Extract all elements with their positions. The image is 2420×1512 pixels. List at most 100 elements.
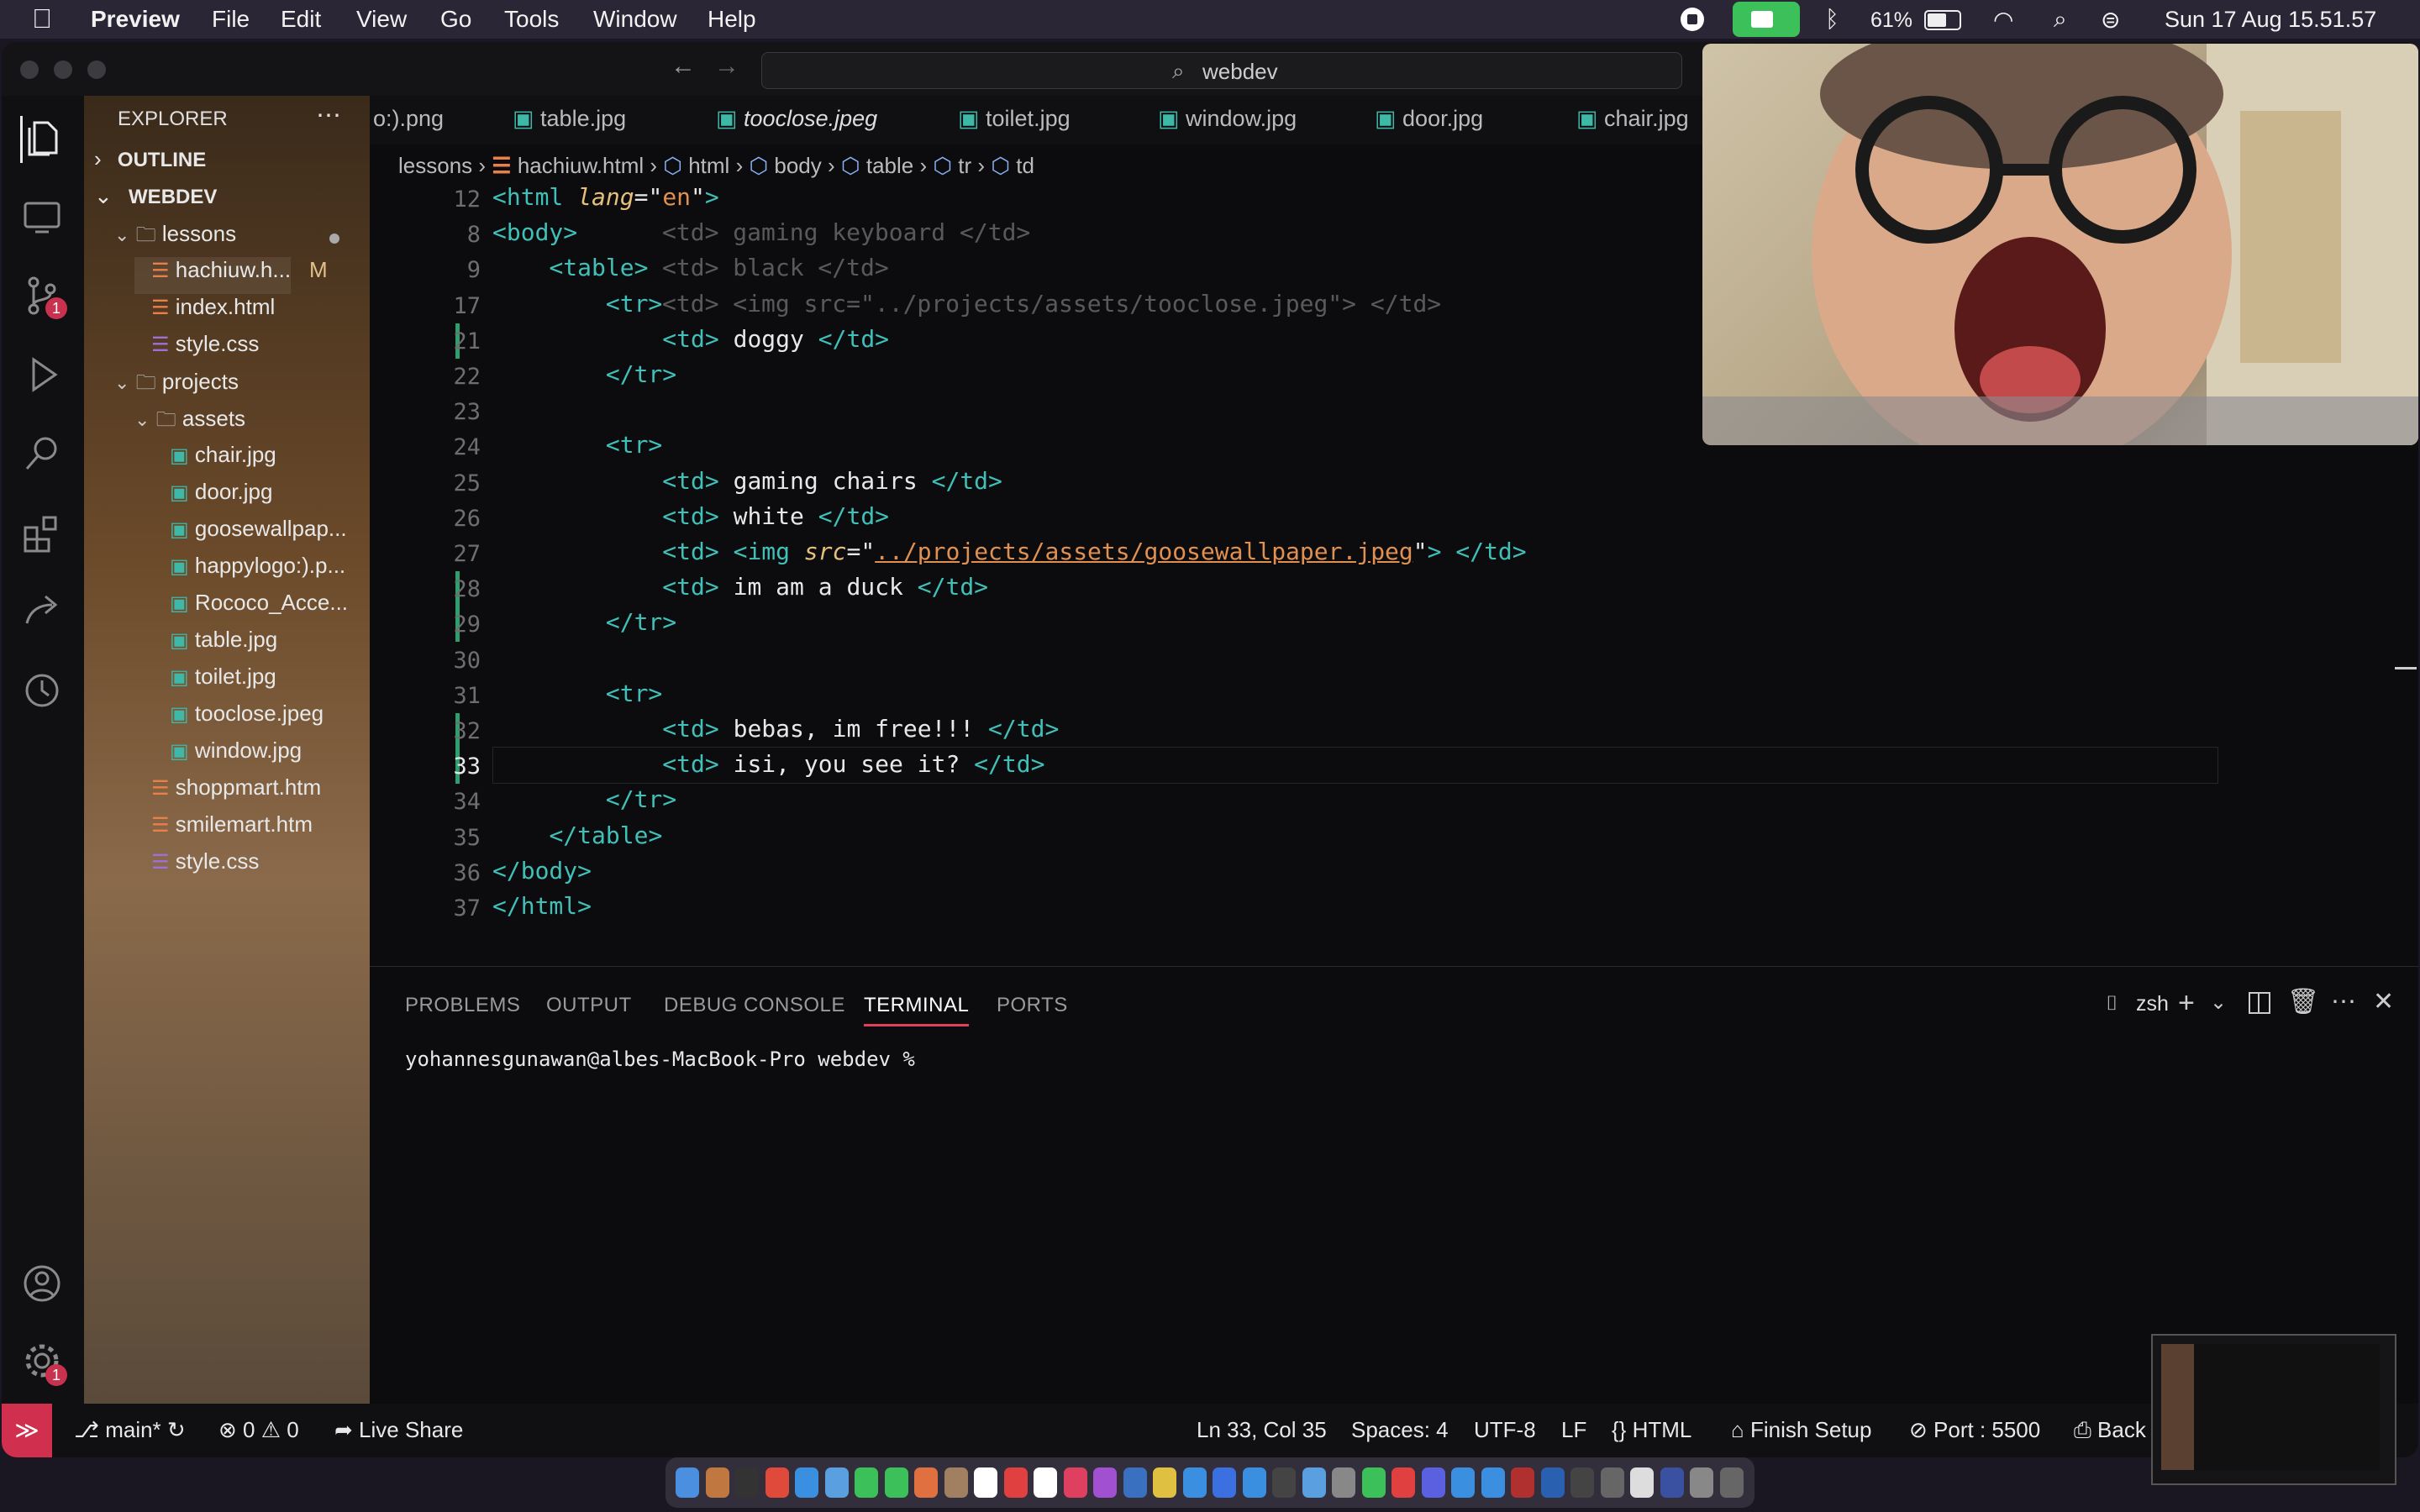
dock-app-icon[interactable] — [944, 1467, 968, 1498]
sticky-scroll-line[interactable]: <table> — [492, 254, 648, 281]
dock-app-icon[interactable] — [855, 1467, 878, 1498]
camera-active-icon[interactable] — [1733, 2, 1800, 37]
line-ending[interactable]: LF — [1561, 1417, 1586, 1443]
code-line[interactable]: <td> white </td> — [492, 502, 889, 530]
folder-assets[interactable]: ⌄ 🗀 assets — [134, 405, 245, 442]
dock-app-icon[interactable] — [1451, 1467, 1475, 1498]
menu-datetime[interactable]: Sun 17 Aug 15.51.57 — [2165, 7, 2376, 33]
more-actions-icon[interactable]: ⋯ — [2331, 987, 2356, 1016]
code-line[interactable]: </html> — [492, 892, 592, 920]
dock-app-icon[interactable] — [1182, 1467, 1207, 1498]
bluetooth-icon[interactable]: ᛒ — [1825, 6, 1839, 33]
dock-app-icon[interactable] — [1003, 1467, 1028, 1498]
menu-app-name[interactable]: Preview — [91, 6, 180, 33]
code-line[interactable]: <td> <img src="../projects/assets/goosew… — [492, 538, 1526, 565]
file-item[interactable]: ▣ tooclose.jpeg — [153, 701, 324, 738]
breadcrumb-item[interactable]: td — [1016, 153, 1034, 178]
dock-app-icon[interactable] — [914, 1467, 938, 1498]
file-item[interactable]: ☰ style.css — [134, 331, 259, 368]
dock-app-icon[interactable] — [1361, 1467, 1386, 1498]
dock-app-icon[interactable] — [1481, 1467, 1505, 1498]
code-line[interactable]: <tr> — [492, 431, 662, 459]
breadcrumb-item[interactable]: hachiuw.html — [518, 153, 644, 178]
breadcrumb-item[interactable]: body — [774, 153, 821, 178]
tab-ports[interactable]: PORTS — [997, 994, 1068, 1017]
manage-gear-icon[interactable]: 1 — [20, 1339, 67, 1386]
search-view-icon[interactable] — [20, 432, 67, 479]
dock-app-icon[interactable] — [1540, 1467, 1565, 1498]
file-item[interactable]: ☰ hachiuw.h... M — [134, 257, 328, 294]
sticky-scroll-line[interactable]: <tr> — [492, 290, 662, 318]
dock-app-icon[interactable] — [884, 1467, 908, 1498]
dock-app-icon[interactable] — [676, 1467, 699, 1498]
dock-app-icon[interactable] — [1690, 1467, 1713, 1498]
dock-app-icon[interactable] — [1063, 1467, 1087, 1498]
file-item[interactable]: ▣ window.jpg — [153, 738, 302, 774]
tab-output[interactable]: OUTPUT — [546, 994, 632, 1017]
explorer-more-actions-icon[interactable]: ⋯ — [316, 101, 341, 130]
code-line[interactable]: </body> — [492, 857, 592, 885]
extensions-icon[interactable] — [20, 511, 67, 558]
command-center-search[interactable]: ⌕ webdev — [761, 52, 1682, 89]
code-line[interactable]: <td> gaming chairs </td> — [492, 467, 1002, 495]
code-line[interactable]: </tr> — [492, 608, 676, 636]
battery-icon[interactable] — [1924, 10, 1961, 30]
dock-app-icon[interactable] — [1123, 1467, 1147, 1498]
code-line[interactable]: <td> bebas, im free!!! </td> — [492, 715, 1059, 743]
dock-app-icon[interactable] — [1034, 1467, 1057, 1498]
folder-lessons[interactable]: ⌄ 🗀 lessons — [114, 220, 236, 257]
back-arrow-icon[interactable]: ← — [671, 52, 696, 81]
forward-arrow-icon[interactable]: → — [714, 52, 739, 81]
zoom-window-button[interactable] — [87, 60, 106, 79]
trash-icon[interactable]: 🗑 — [2287, 987, 2319, 1016]
dock-app-icon[interactable] — [735, 1467, 759, 1498]
run-debug-icon[interactable] — [20, 353, 67, 400]
sticky-scroll-line[interactable]: <html lang="en"> — [492, 183, 719, 211]
apple-icon[interactable]:  — [32, 3, 52, 34]
dock-app-icon[interactable] — [1421, 1467, 1445, 1498]
split-terminal-icon[interactable] — [2249, 992, 2270, 1014]
dock-app-icon[interactable] — [1660, 1467, 1684, 1498]
terminal-prompt[interactable]: yohannesgunawan@albes-MacBook-Pro webdev… — [405, 1047, 915, 1071]
file-item[interactable]: ▣ toilet.jpg — [153, 664, 276, 701]
live-share-icon[interactable] — [20, 590, 67, 637]
dock-app-icon[interactable] — [1153, 1467, 1176, 1498]
encoding[interactable]: UTF-8 — [1474, 1417, 1536, 1443]
problems-status[interactable]: ⊗ 0 ⚠ 0 — [218, 1417, 299, 1443]
file-item[interactable]: ☰ smilemart.htm — [134, 811, 313, 848]
tab-happylogo[interactable]: o:).png — [373, 106, 444, 132]
live-server-port[interactable]: ⊘ Port : 5500 — [1909, 1417, 2040, 1443]
file-item[interactable]: ▣ chair.jpg — [153, 442, 276, 479]
dock-app-icon[interactable] — [1302, 1467, 1326, 1498]
accounts-icon[interactable] — [20, 1262, 67, 1309]
tab-debug-console[interactable]: DEBUG CONSOLE — [664, 994, 845, 1017]
dock-app-icon[interactable] — [1630, 1467, 1654, 1498]
file-item[interactable]: ▣ Rococo_Acce... — [153, 590, 348, 627]
dock-app-icon[interactable] — [1570, 1467, 1594, 1498]
dock-app-icon[interactable] — [1272, 1467, 1296, 1498]
folder-projects[interactable]: ⌄ 🗀 projects — [114, 368, 239, 405]
dock-app-icon[interactable] — [705, 1467, 729, 1498]
tab-chair-jpg[interactable]: ▣ chair.jpg — [1576, 106, 1689, 132]
control-center-icon[interactable]: ⊜ — [2101, 6, 2120, 34]
menu-edit[interactable]: Edit — [281, 6, 321, 33]
language-mode[interactable]: {} HTML — [1612, 1417, 1691, 1443]
wifi-icon[interactable]: ◠ — [1993, 6, 2013, 34]
tab-tooclose-jpeg[interactable]: ▣ tooclose.jpeg — [716, 106, 877, 132]
dock-app-icon[interactable] — [1332, 1467, 1355, 1498]
file-item[interactable]: ▣ door.jpg — [153, 479, 272, 516]
sticky-scroll-line[interactable]: <body> — [492, 218, 577, 246]
dock-app-icon[interactable] — [1093, 1467, 1117, 1498]
code-line[interactable]: </tr> — [492, 360, 676, 388]
dock-app-icon[interactable] — [795, 1467, 818, 1498]
file-item[interactable]: ☰ style.css — [134, 848, 259, 885]
code-line[interactable]: <tr> — [492, 680, 662, 707]
scrollbar-marker[interactable] — [2395, 667, 2417, 669]
indentation[interactable]: Spaces: 4 — [1351, 1417, 1449, 1443]
workspace-section-header[interactable]: ⌄ WEBDEV — [94, 183, 217, 220]
terminal-shell-name[interactable]: zsh — [2136, 992, 2169, 1016]
menu-view[interactable]: View — [356, 6, 407, 33]
dock-app-icon[interactable] — [1242, 1467, 1266, 1498]
webcam-video-overlay[interactable] — [1702, 44, 2418, 445]
timeline-icon[interactable] — [20, 669, 67, 716]
